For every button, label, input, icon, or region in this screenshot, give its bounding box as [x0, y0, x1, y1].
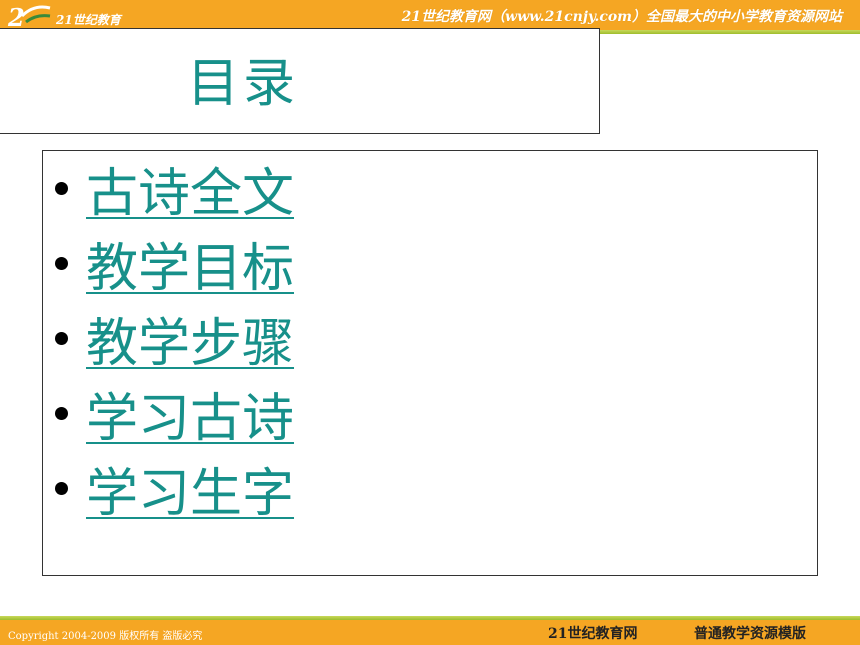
link-learn-poem[interactable]: 学习古诗 [86, 376, 294, 451]
bullet-icon [55, 256, 68, 270]
svg-text:2: 2 [7, 3, 25, 30]
bullet-icon [55, 481, 68, 495]
bullet-icon [55, 331, 68, 345]
footer-template-label: 普通教学资源模版 [694, 626, 806, 642]
title-box: 目录 [0, 28, 600, 134]
copyright-text: Copyright 2004-2009 版权所有 盗版必究 [8, 631, 203, 642]
menu-item-learn-characters: 学习生字 [55, 451, 294, 526]
page-title: 目录 [187, 54, 300, 114]
link-learn-characters[interactable]: 学习生字 [86, 451, 294, 526]
footer-brand: 21世纪教育网 [548, 626, 638, 642]
bullet-icon [55, 406, 68, 420]
bullet-icon [55, 181, 68, 195]
logo-text: 21世纪教育 [56, 13, 121, 27]
link-poem-full-text[interactable]: 古诗全文 [86, 151, 294, 226]
link-teaching-steps[interactable]: 教学步骤 [86, 301, 294, 376]
footer-bar: Copyright 2004-2009 版权所有 盗版必究 21世纪教育网 普通… [0, 620, 860, 645]
menu-item-learn-poem: 学习古诗 [55, 376, 294, 451]
header-slogan: 21世纪教育网（www.21cnjy.com）全国最大的中小学教育资源网站 [401, 9, 842, 25]
menu-item-teaching-steps: 教学步骤 [55, 301, 294, 376]
menu-box: 古诗全文 教学目标 教学步骤 学习古诗 学习生字 [42, 150, 818, 576]
logo: 2 21世纪教育 [6, 2, 146, 32]
menu-item-poem-text: 古诗全文 [55, 151, 294, 226]
logo-mark-icon: 2 [7, 3, 51, 32]
top-banner: 2 21世纪教育 21世纪教育网（www.21cnjy.com）全国最大的中小学… [0, 0, 860, 32]
link-teaching-goals[interactable]: 教学目标 [86, 226, 294, 301]
menu-item-teaching-goals: 教学目标 [55, 226, 294, 301]
